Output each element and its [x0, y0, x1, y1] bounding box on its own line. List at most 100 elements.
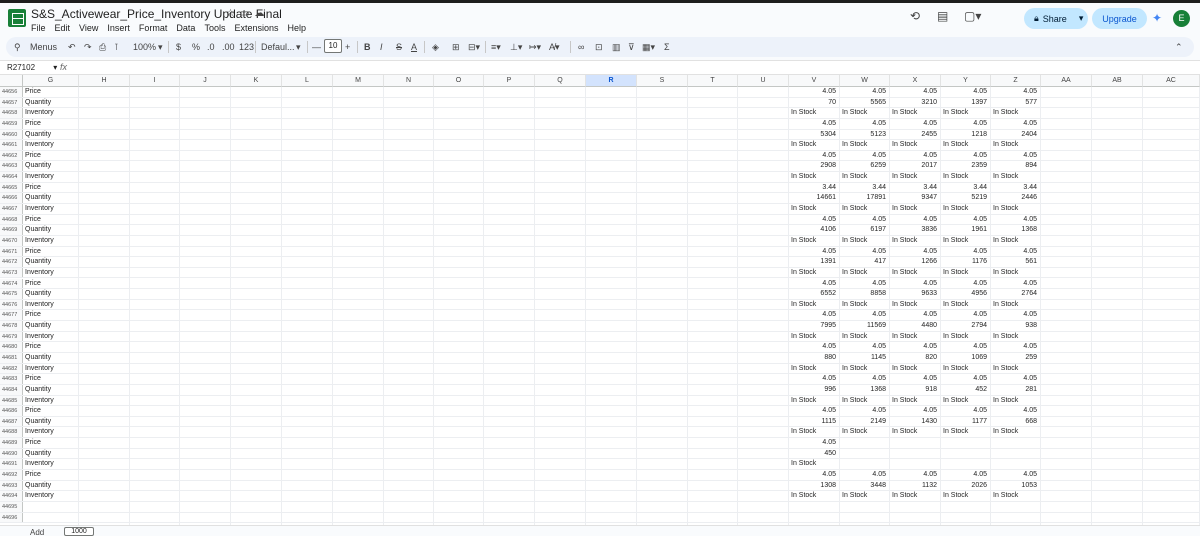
row-label-cell[interactable]: Inventory — [23, 459, 79, 469]
data-cell[interactable]: 4106 — [789, 225, 840, 235]
data-cell[interactable]: 70 — [789, 98, 840, 108]
data-cell[interactable]: In Stock — [789, 332, 840, 342]
share-dropdown-icon[interactable]: ▾ — [1079, 13, 1084, 24]
row-header[interactable]: 44666 — [0, 193, 23, 203]
data-cell[interactable]: 1132 — [890, 481, 941, 491]
data-cell[interactable]: 4.05 — [991, 247, 1041, 257]
data-cell[interactable]: 2404 — [991, 130, 1041, 140]
data-cell[interactable]: 8858 — [840, 289, 890, 299]
data-cell[interactable]: 4.05 — [840, 470, 890, 480]
row-header[interactable]: 44668 — [0, 214, 23, 225]
row-header[interactable]: 44674 — [0, 278, 23, 289]
data-cell[interactable]: 4.05 — [991, 310, 1041, 320]
data-cell[interactable]: 561 — [991, 257, 1041, 267]
row-header[interactable]: 44664 — [0, 172, 23, 182]
insert-link-icon[interactable]: ∞ — [578, 41, 584, 53]
data-cell[interactable]: 4.05 — [890, 247, 941, 257]
column-header-o[interactable]: O — [434, 75, 484, 87]
increase-font-size-button[interactable]: + — [345, 41, 350, 53]
text-color-button[interactable]: A — [411, 41, 417, 53]
insert-comment-icon[interactable]: ⊡ — [595, 41, 603, 53]
row-label-cell[interactable]: Quantity — [23, 385, 79, 395]
column-header-p[interactable]: P — [484, 75, 535, 87]
row-label-cell[interactable]: Inventory — [23, 204, 79, 214]
data-cell[interactable]: In Stock — [840, 491, 890, 501]
data-cell[interactable]: In Stock — [890, 396, 941, 406]
share-button[interactable]: 🔒︎ Share ▾ — [1024, 8, 1088, 29]
row-label-cell[interactable]: Inventory — [23, 140, 79, 150]
data-cell[interactable]: 880 — [789, 353, 840, 363]
row-label-cell[interactable]: Price — [23, 470, 79, 480]
borders-icon[interactable]: ⊞ — [452, 41, 460, 53]
row-label-cell[interactable]: Inventory — [23, 236, 79, 246]
data-cell[interactable]: 4.05 — [789, 310, 840, 320]
data-cell[interactable]: 577 — [991, 98, 1041, 108]
data-cell[interactable]: In Stock — [840, 140, 890, 150]
row-header[interactable]: 44669 — [0, 225, 23, 235]
data-cell[interactable]: 4.05 — [840, 406, 890, 416]
data-cell[interactable]: 1397 — [941, 98, 991, 108]
row-label-cell[interactable]: Quantity — [23, 225, 79, 235]
data-cell[interactable]: In Stock — [941, 427, 991, 437]
font-dropdown-icon[interactable]: ▾ — [296, 41, 301, 53]
data-cell[interactable]: In Stock — [890, 268, 941, 278]
row-header[interactable]: 44678 — [0, 321, 23, 331]
data-cell[interactable]: 7995 — [789, 321, 840, 331]
data-cell[interactable]: In Stock — [789, 427, 840, 437]
zoom-select[interactable]: 100% — [133, 41, 156, 53]
bold-button[interactable]: B — [364, 41, 371, 53]
decrease-decimal-button[interactable]: .0 — [207, 41, 215, 53]
row-header[interactable]: 44679 — [0, 331, 23, 342]
menus-search[interactable]: Menus — [30, 41, 57, 53]
data-cell[interactable]: In Stock — [991, 491, 1041, 501]
data-cell[interactable]: 5123 — [840, 130, 890, 140]
gemini-icon[interactable]: ✦ — [1152, 11, 1166, 25]
data-cell[interactable]: In Stock — [991, 268, 1041, 278]
column-header-ab[interactable]: AB — [1092, 75, 1143, 87]
data-cell[interactable]: 4.05 — [840, 151, 890, 161]
filter-views-icon[interactable]: ▦▾ — [642, 41, 655, 53]
row-label-cell[interactable]: Quantity — [23, 417, 79, 427]
data-cell[interactable]: 5219 — [941, 193, 991, 203]
data-cell[interactable]: 4.05 — [941, 470, 991, 480]
data-cell[interactable]: 1053 — [991, 481, 1041, 491]
undo-icon[interactable]: ↶ — [68, 41, 76, 53]
column-header-k[interactable]: K — [231, 75, 282, 87]
data-cell[interactable]: 3.44 — [789, 183, 840, 193]
data-cell[interactable]: 4.05 — [991, 342, 1041, 352]
data-cell[interactable]: In Stock — [789, 268, 840, 278]
data-cell[interactable]: 4.05 — [890, 279, 941, 289]
column-header-s[interactable]: S — [637, 75, 688, 87]
row-label-cell[interactable]: Inventory — [23, 332, 79, 342]
data-cell[interactable]: 4.05 — [890, 119, 941, 129]
functions-button[interactable]: Σ — [664, 41, 670, 53]
data-cell[interactable]: In Stock — [991, 140, 1041, 150]
data-cell[interactable]: 1266 — [890, 257, 941, 267]
data-cell[interactable]: 4.05 — [890, 151, 941, 161]
move-folder-icon[interactable]: ▭ — [240, 8, 254, 19]
data-cell[interactable]: 4.05 — [840, 279, 890, 289]
menu-insert[interactable]: Insert — [107, 23, 130, 33]
menu-view[interactable]: View — [79, 23, 98, 33]
row-header[interactable]: 44695 — [0, 501, 23, 512]
menu-file[interactable]: File — [31, 23, 46, 33]
menu-data[interactable]: Data — [176, 23, 195, 33]
row-label-cell[interactable]: Quantity — [23, 353, 79, 363]
data-cell[interactable]: In Stock — [890, 332, 941, 342]
data-cell[interactable]: In Stock — [941, 364, 991, 374]
data-cell[interactable]: 4.05 — [991, 279, 1041, 289]
data-cell[interactable]: 1145 — [840, 353, 890, 363]
data-cell[interactable]: In Stock — [941, 396, 991, 406]
data-cell[interactable]: In Stock — [941, 172, 991, 182]
row-label-cell[interactable]: Price — [23, 438, 79, 448]
number-format-button[interactable]: 123 — [239, 41, 254, 53]
data-cell[interactable]: 4480 — [890, 321, 941, 331]
comments-icon[interactable]: ▤ — [937, 9, 948, 23]
data-cell[interactable]: In Stock — [991, 300, 1041, 310]
data-cell[interactable]: In Stock — [789, 172, 840, 182]
data-cell[interactable]: 6552 — [789, 289, 840, 299]
row-header[interactable]: 44691 — [0, 459, 23, 469]
row-header[interactable]: 44684 — [0, 384, 23, 395]
data-cell[interactable]: In Stock — [941, 491, 991, 501]
row-label-cell[interactable]: Quantity — [23, 161, 79, 171]
